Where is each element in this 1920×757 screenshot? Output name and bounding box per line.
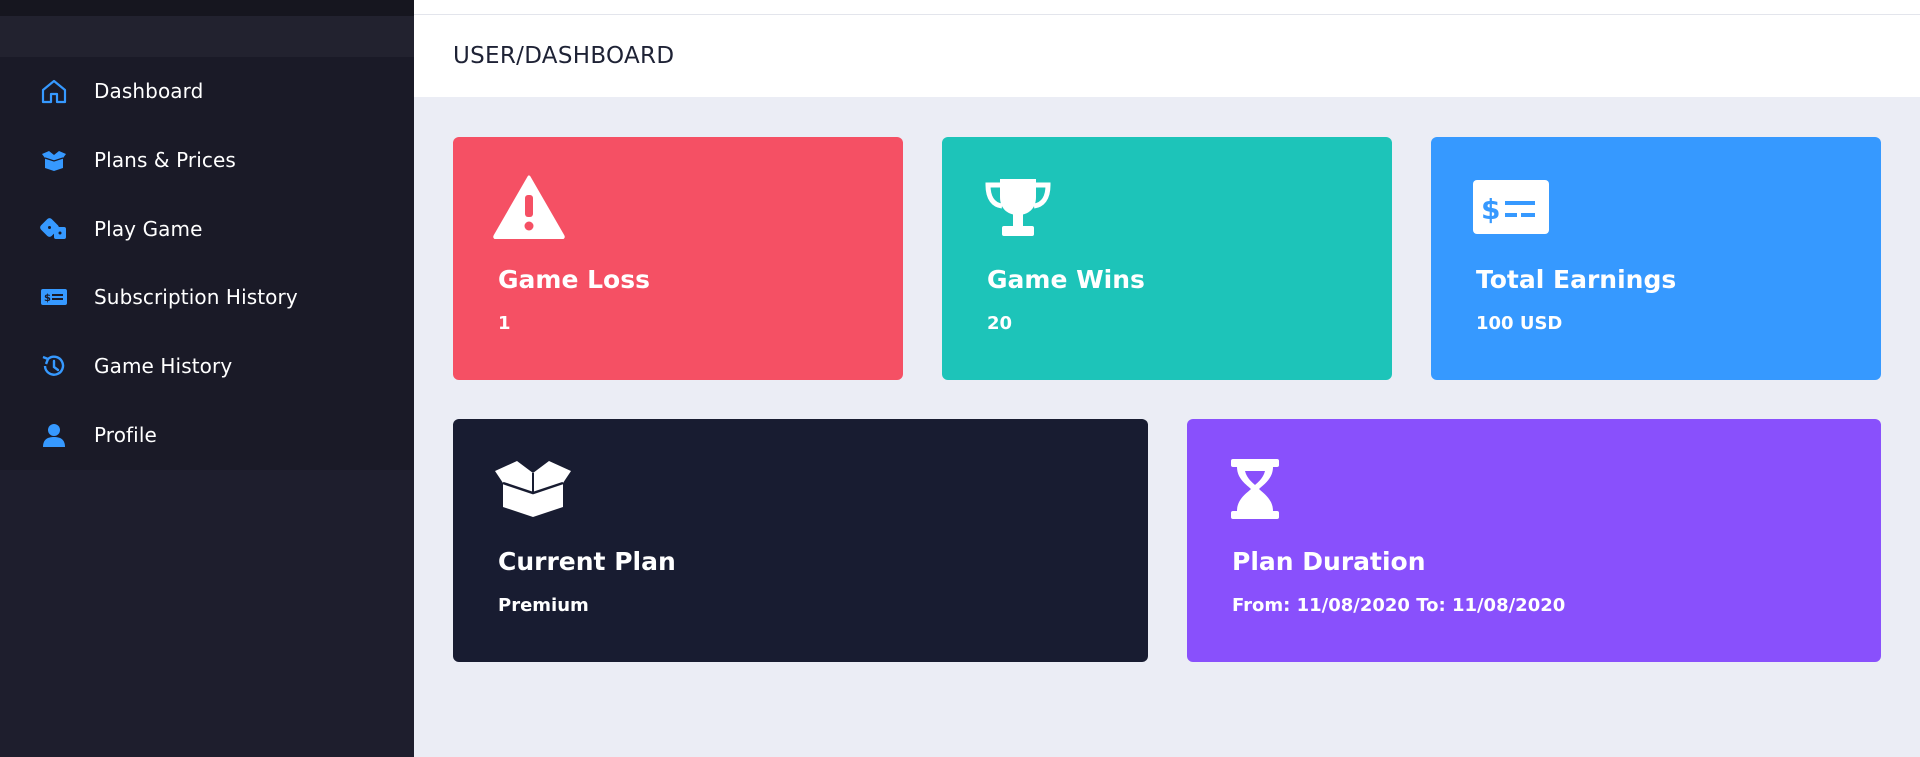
card-value: Premium bbox=[498, 595, 589, 616]
sidebar-item-label: Subscription History bbox=[94, 285, 298, 310]
sidebar-item-play-game[interactable]: Play Game bbox=[0, 194, 414, 263]
plan-duration-card: Plan Duration From: 11/08/2020 To: 11/08… bbox=[1187, 419, 1881, 662]
card-value: 1 bbox=[498, 313, 511, 334]
card-title: Game Loss bbox=[498, 265, 650, 294]
page-header: USER/DASHBOARD bbox=[414, 15, 1920, 97]
main-content: USER/DASHBOARD Game Loss 1 Game Wins 20 … bbox=[414, 0, 1920, 757]
sidebar-item-plans-prices[interactable]: Plans & Prices bbox=[0, 126, 414, 195]
sidebar-item-profile[interactable]: Profile bbox=[0, 400, 414, 469]
hourglass-icon bbox=[1227, 457, 1283, 525]
history-icon bbox=[38, 350, 70, 382]
user-icon bbox=[38, 419, 70, 451]
page-title: USER/DASHBOARD bbox=[453, 43, 675, 69]
sidebar-menu: Dashboard Plans & Prices Play Game $ Sub… bbox=[0, 57, 414, 470]
trophy-icon bbox=[982, 175, 1054, 243]
card-title: Game Wins bbox=[987, 265, 1145, 294]
card-title: Total Earnings bbox=[1476, 265, 1677, 294]
game-wins-card: Game Wins 20 bbox=[942, 137, 1392, 380]
sidebar-brand-band bbox=[0, 16, 414, 57]
dice-icon bbox=[38, 213, 70, 245]
home-icon bbox=[38, 75, 70, 107]
sidebar-item-dashboard[interactable]: Dashboard bbox=[0, 57, 414, 126]
money-check-icon: $ bbox=[38, 281, 70, 313]
sidebar-item-label: Game History bbox=[94, 354, 233, 379]
sidebar-item-game-history[interactable]: Game History bbox=[0, 332, 414, 401]
sidebar-item-subscription-history[interactable]: $ Subscription History bbox=[0, 263, 414, 332]
top-strip bbox=[414, 0, 1920, 15]
card-value: 100 USD bbox=[1476, 313, 1563, 334]
sidebar-item-label: Play Game bbox=[94, 216, 203, 241]
game-loss-card: Game Loss 1 bbox=[453, 137, 903, 380]
svg-text:$: $ bbox=[1481, 193, 1500, 226]
card-value: From: 11/08/2020 To: 11/08/2020 bbox=[1232, 595, 1566, 616]
sidebar-top-bar bbox=[0, 0, 414, 16]
total-earnings-card: $ Total Earnings 100 USD bbox=[1431, 137, 1881, 380]
warning-icon bbox=[493, 175, 565, 243]
card-value: 20 bbox=[987, 313, 1013, 334]
box-open-icon bbox=[493, 457, 573, 525]
card-title: Plan Duration bbox=[1232, 547, 1426, 576]
svg-text:$: $ bbox=[44, 293, 51, 304]
sidebar-item-label: Dashboard bbox=[94, 79, 204, 104]
current-plan-card: Current Plan Premium bbox=[453, 419, 1148, 662]
sidebar-item-label: Plans & Prices bbox=[94, 148, 236, 173]
money-check-icon: $ bbox=[1471, 175, 1551, 243]
sidebar-item-label: Profile bbox=[94, 422, 157, 447]
sidebar: Dashboard Plans & Prices Play Game $ Sub… bbox=[0, 0, 414, 757]
card-title: Current Plan bbox=[498, 547, 676, 576]
box-open-icon bbox=[38, 144, 70, 176]
